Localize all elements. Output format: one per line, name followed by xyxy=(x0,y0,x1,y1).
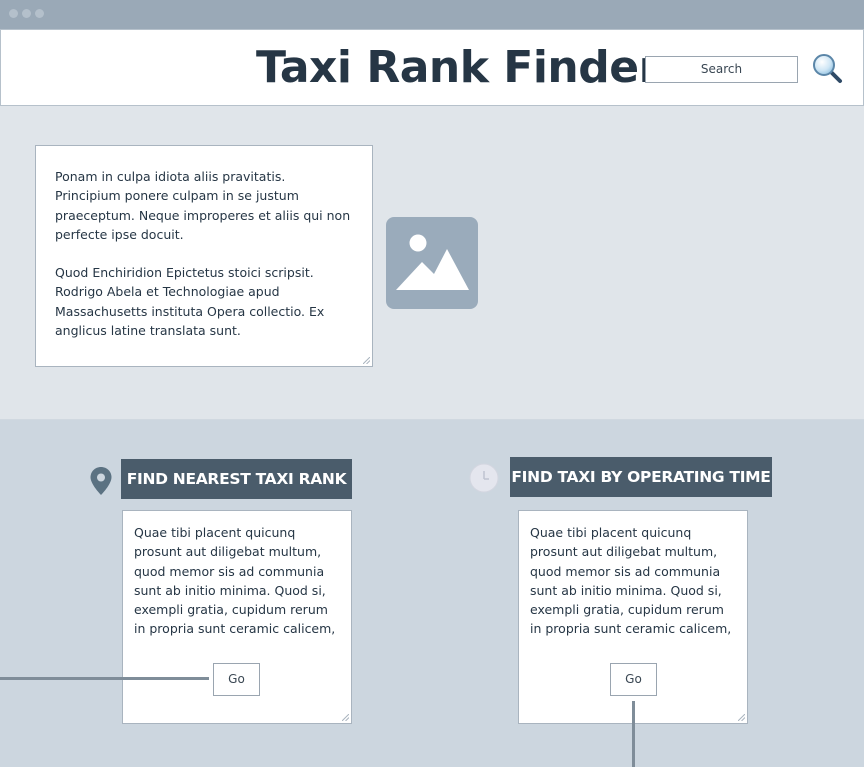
resize-handle-icon[interactable] xyxy=(342,714,349,721)
nearest-rank-heading: FIND NEAREST TAXI RANK xyxy=(121,459,352,499)
flow-connector-line xyxy=(632,701,635,767)
nearest-rank-go-button[interactable]: Go xyxy=(213,663,260,696)
flow-connector-line xyxy=(0,677,209,680)
operating-time-heading: FIND TAXI BY OPERATING TIME xyxy=(510,457,772,497)
search-icon xyxy=(813,54,842,83)
clock-icon xyxy=(469,463,499,493)
resize-handle-icon[interactable] xyxy=(363,357,370,364)
page-header: Taxi Rank Finder Search xyxy=(0,29,864,106)
nearest-rank-description: Quae tibi placent quicunq prosunt aut di… xyxy=(134,525,336,637)
image-placeholder xyxy=(386,217,478,309)
search-input[interactable]: Search xyxy=(645,56,798,83)
app-title: Taxi Rank Finder xyxy=(256,42,660,93)
intro-text-card: Ponam in culpa idiota aliis pravitatis. … xyxy=(35,145,373,367)
search-button[interactable] xyxy=(811,52,843,84)
operating-time-go-button[interactable]: Go xyxy=(610,663,657,696)
intro-paragraph: Ponam in culpa idiota aliis pravitatis. … xyxy=(55,169,351,242)
window-minimize-dot[interactable] xyxy=(22,9,31,18)
hero-section: Ponam in culpa idiota aliis pravitatis. … xyxy=(0,106,864,420)
image-icon xyxy=(396,234,469,290)
resize-handle-icon[interactable] xyxy=(738,714,745,721)
window-close-dot[interactable] xyxy=(9,9,18,18)
location-pin-icon xyxy=(90,467,112,495)
operating-time-description: Quae tibi placent quicunq prosunt aut di… xyxy=(530,525,732,637)
intro-paragraph: Quod Enchiridion Epictetus stoici scrips… xyxy=(55,265,325,339)
window-maximize-dot[interactable] xyxy=(35,9,44,18)
window-titlebar xyxy=(0,0,864,29)
